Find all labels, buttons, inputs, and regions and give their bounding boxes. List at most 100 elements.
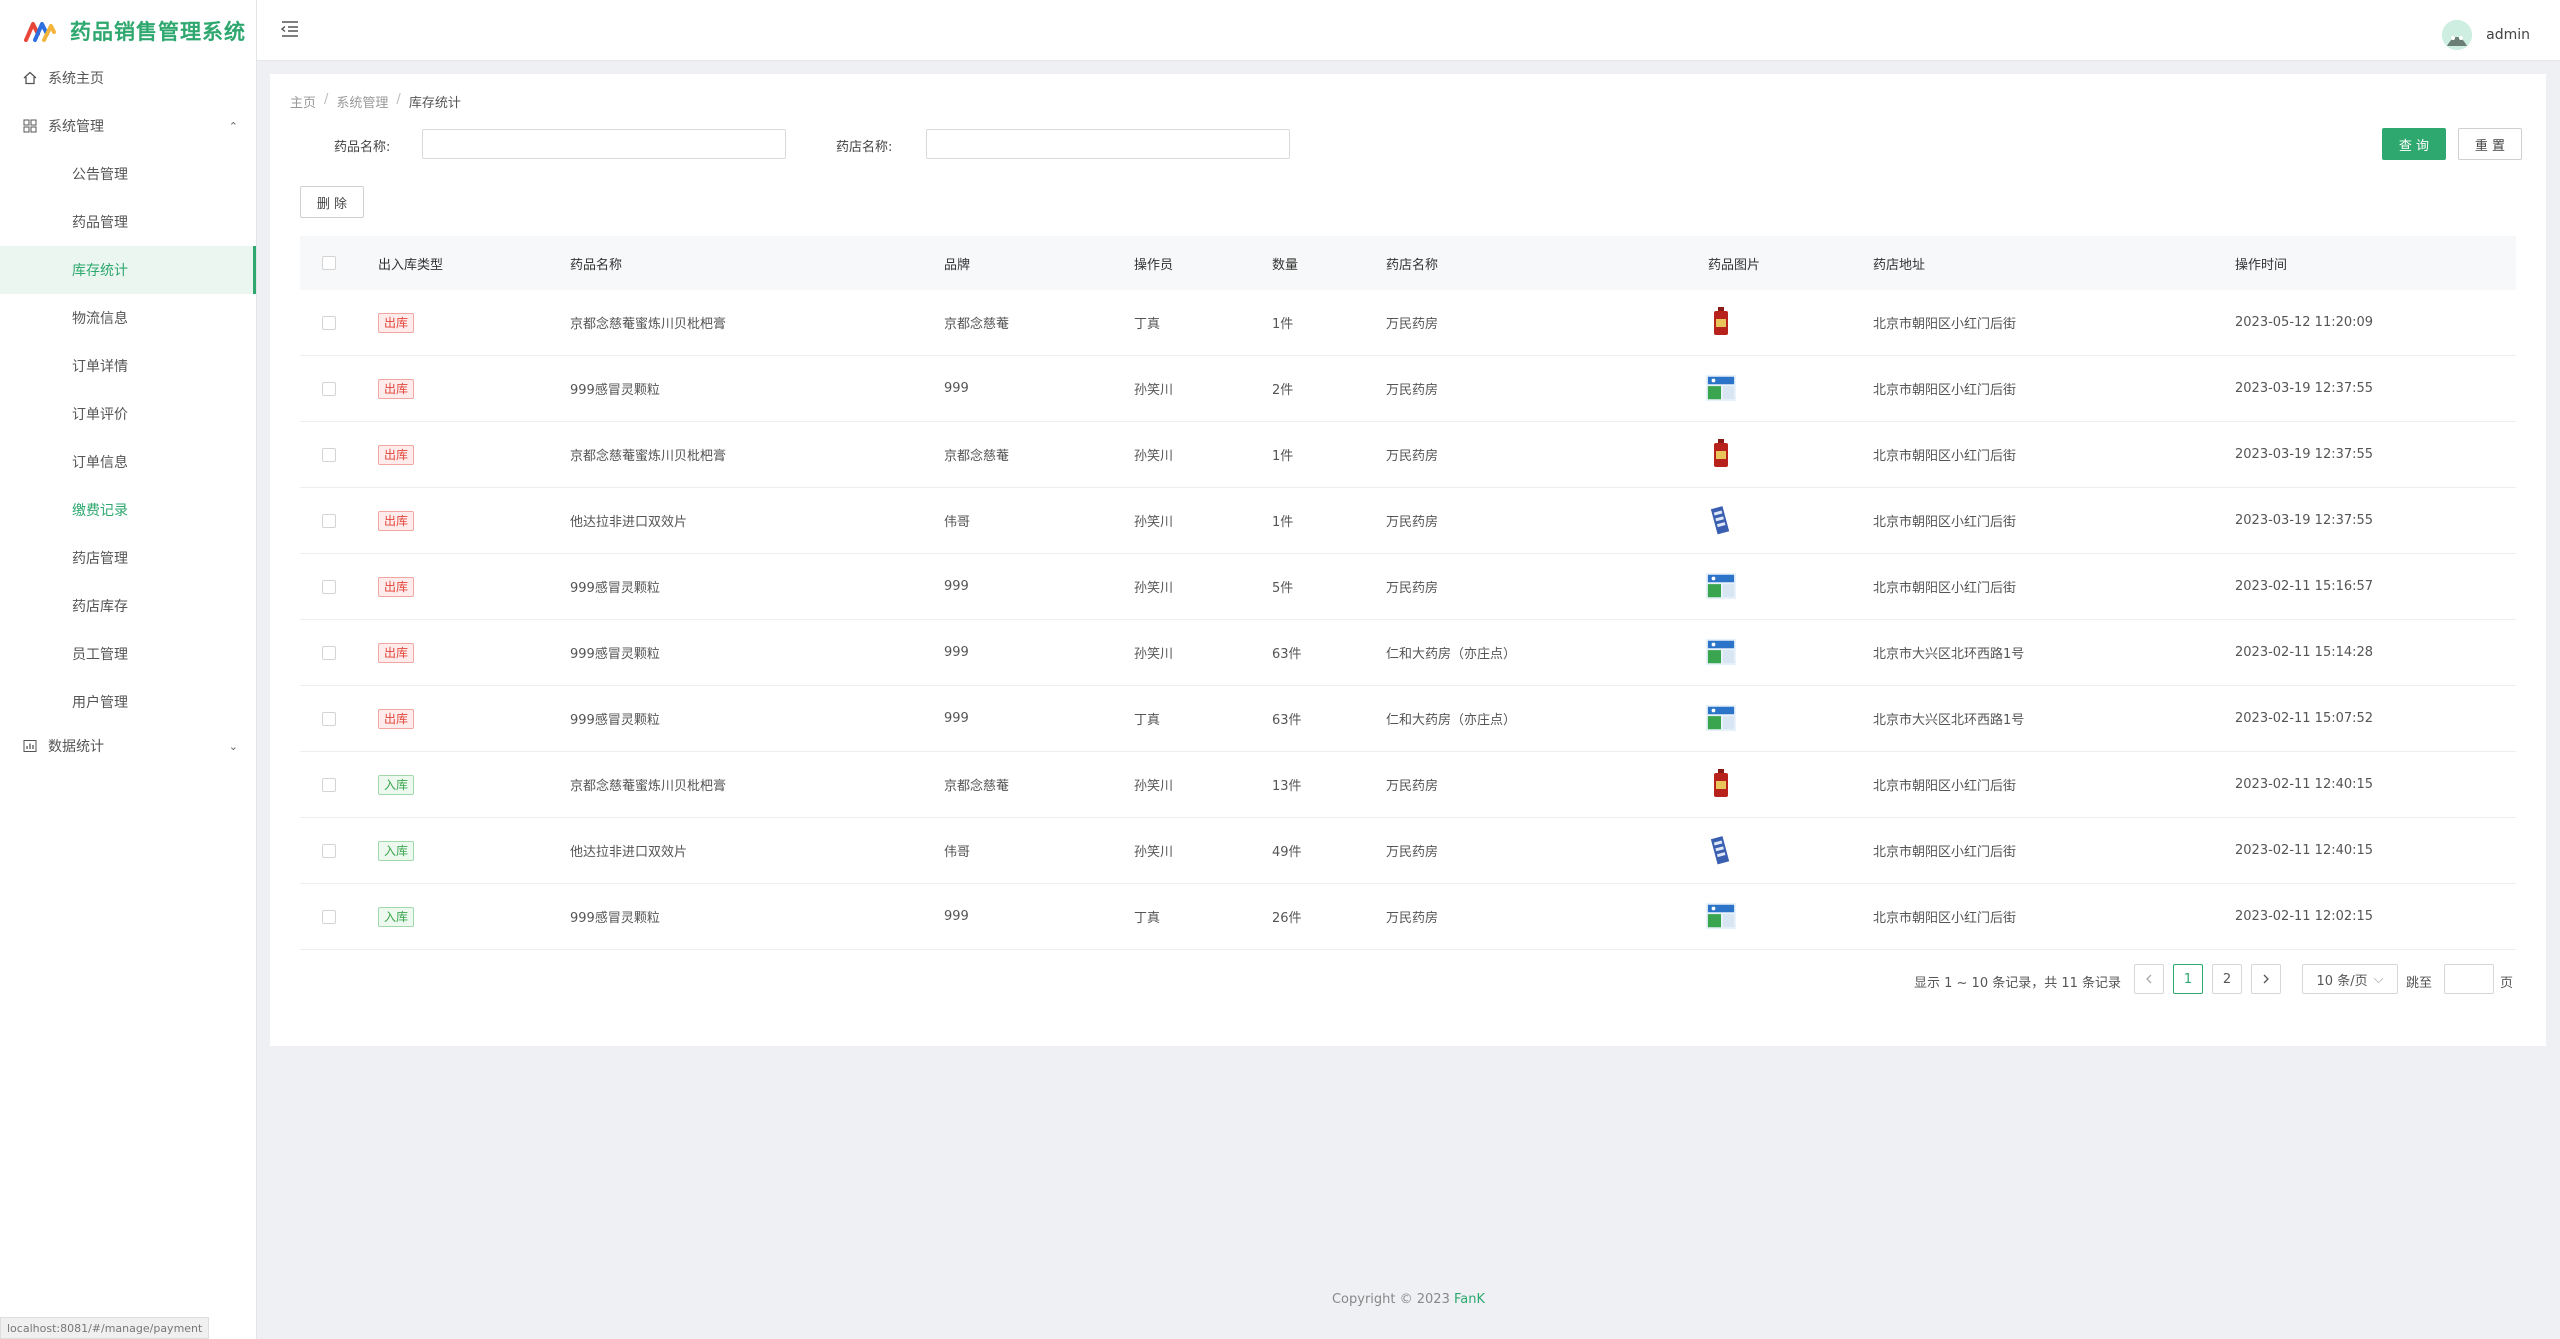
time-cell: 2023-03-19 12:37:55 [2235,447,2374,462]
table-row[interactable]: 出库 999感冒灵颗粒 999 孙笑川 63件 仁和大药房（亦庄点） 北京市大兴区北环西路1… [300,620,2516,686]
row-checkbox[interactable] [322,579,336,594]
type-tag-cell: 出库 [378,510,415,531]
table-row[interactable]: 出库 999感冒灵颗粒 999 丁真 63件 仁和大药房（亦庄点） 北京市大兴区北环西路1号… [300,686,2516,752]
medicine-box-icon[interactable] [1706,637,1736,667]
table-row[interactable]: 入库 京都念慈菴蜜炼川贝枇杷膏 京都念慈菴 孙笑川 13件 万民药房 北京市朝阳区小红门后街… [300,752,2516,818]
address-cell: 北京市朝阳区小红门后街 [1873,383,2017,398]
row-checkbox[interactable] [322,909,336,924]
row-checkbox[interactable] [322,381,336,396]
qty-cell: 63件 [1272,647,1302,662]
chevron-down-icon: ⌄ [228,739,238,753]
prev-page-button[interactable] [2134,964,2164,994]
sidebar-item-inventory[interactable]: 库存统计 [0,246,256,294]
drug-name-input[interactable] [422,129,786,159]
row-checkbox[interactable] [322,645,336,660]
sidebar-item-notice[interactable]: 公告管理 [0,150,256,198]
address-cell: 北京市大兴区北环西路1号 [1873,647,2025,662]
table-row[interactable]: 入库 他达拉非进口双效片 伟哥 孙笑川 49件 万民药房 北京市朝阳区小红门后街 2023-0… [300,818,2516,884]
home-icon [22,70,38,86]
sidebar-item-drugs[interactable]: 药品管理 [0,198,256,246]
type-tag-cell: 入库 [378,906,415,927]
time-cell: 2023-03-19 12:37:55 [2235,381,2374,396]
operator-cell: 孙笑川 [1134,581,1174,596]
medicine-box-icon[interactable] [1706,703,1736,733]
breadcrumb-system[interactable]: 系统管理 [336,92,388,111]
blue-pack-icon[interactable] [1706,505,1736,535]
sidebar-item-users[interactable]: 用户管理 [0,678,256,726]
qty-cell: 13件 [1272,779,1302,794]
store-cell: 万民药房 [1386,317,1439,332]
row-checkbox[interactable] [322,843,336,858]
operator-cell: 丁真 [1134,713,1161,728]
pagination-summary: 显示 1 ~ 10 条记录，共 11 条记录 [1914,976,2122,991]
menu-fold-icon[interactable] [279,18,301,40]
qty-cell: 26件 [1272,911,1302,926]
sidebar-item-order-detail[interactable]: 订单详情 [0,342,256,390]
chevron-left-icon [2146,974,2152,984]
red-bottle-icon[interactable] [1706,439,1736,469]
next-page-button[interactable] [2251,964,2281,994]
brand-cell: 999 [944,381,969,396]
menu-home[interactable]: 系统主页 [0,54,256,102]
store-cell: 万民药房 [1386,845,1439,860]
sidebar-item-store-stock[interactable]: 药店库存 [0,582,256,630]
app-logo[interactable]: 药品销售管理系统 [0,0,256,62]
page-size-value: 10 条/页 [2316,973,2368,989]
page-1-button[interactable]: 1 [2173,964,2203,994]
sidebar-item-order-review[interactable]: 订单评价 [0,390,256,438]
delete-button[interactable]: 删 除 [300,186,364,218]
drug-cell: 京都念慈菴蜜炼川贝枇杷膏 [570,317,727,332]
time-cell: 2023-05-12 11:20:09 [2235,315,2374,330]
blue-pack-icon[interactable] [1706,835,1736,865]
brand-cell: 京都念慈菴 [944,779,1010,794]
sidebar-item-logistics[interactable]: 物流信息 [0,294,256,342]
breadcrumb-home[interactable]: 主页 [290,92,316,111]
type-tag-cell: 出库 [378,444,415,465]
row-checkbox[interactable] [322,777,336,792]
select-all-checkbox[interactable] [322,256,336,270]
col-store: 药店名称 [1386,257,1439,273]
page-2-button[interactable]: 2 [2212,964,2242,994]
user-menu[interactable]: admin [2442,20,2530,50]
breadcrumb: 主页 / 系统管理 / 库存统计 [290,92,461,111]
sidebar-item-payment[interactable]: 缴费记录 [0,486,256,534]
page-size-select[interactable]: 10 条/页 ⌵ [2302,964,2398,994]
sidebar-item-stores[interactable]: 药店管理 [0,534,256,582]
col-type: 出入库类型 [378,257,444,273]
table-row[interactable]: 出库 999感冒灵颗粒 999 孙笑川 5件 万民药房 北京市朝阳区小红门后街 2023-02… [300,554,2516,620]
operator-cell: 孙笑川 [1134,383,1174,398]
address-cell: 北京市朝阳区小红门后街 [1873,779,2017,794]
brand-cell: 伟哥 [944,515,971,530]
row-checkbox[interactable] [322,315,336,330]
red-bottle-icon[interactable] [1706,307,1736,337]
col-qty: 数量 [1272,257,1299,273]
jump-page-input[interactable] [2444,964,2494,994]
table-row[interactable]: 出库 999感冒灵颗粒 999 孙笑川 2件 万民药房 北京市朝阳区小红门后街 2023-03… [300,356,2516,422]
medicine-box-icon[interactable] [1706,373,1736,403]
table-row[interactable]: 出库 他达拉非进口双效片 伟哥 孙笑川 1件 万民药房 北京市朝阳区小红门后街 2023-03… [300,488,2516,554]
sidebar-item-order-info[interactable]: 订单信息 [0,438,256,486]
qty-cell: 63件 [1272,713,1302,728]
store-cell: 万民药房 [1386,515,1439,530]
store-name-input[interactable] [926,129,1290,159]
red-bottle-icon[interactable] [1706,769,1736,799]
sidebar-item-staff[interactable]: 员工管理 [0,630,256,678]
table-row[interactable]: 出库 京都念慈菴蜜炼川贝枇杷膏 京都念慈菴 丁真 1件 万民药房 北京市朝阳区小红门后街 20… [300,290,2516,356]
footer-copyright: Copyright © 2023 FanK [257,1292,2560,1307]
reset-button[interactable]: 重 置 [2458,128,2522,160]
author-link[interactable]: FanK [1454,1292,1485,1307]
query-button[interactable]: 查 询 [2382,128,2446,160]
drug-cell: 他达拉非进口双效片 [570,515,688,530]
operator-cell: 孙笑川 [1134,515,1174,530]
medicine-box-icon[interactable] [1706,901,1736,931]
menu-system[interactable]: 系统管理 ⌃ [0,102,256,150]
row-checkbox[interactable] [322,447,336,462]
drug-name-label: 药品名称: [334,140,391,155]
status-badge: 入库 [378,774,415,795]
row-checkbox[interactable] [322,513,336,528]
table-row[interactable]: 入库 999感冒灵颗粒 999 丁真 26件 万民药房 北京市朝阳区小红门后街 2023-02… [300,884,2516,950]
table-row[interactable]: 出库 京都念慈菴蜜炼川贝枇杷膏 京都念慈菴 孙笑川 1件 万民药房 北京市朝阳区小红门后街 2… [300,422,2516,488]
menu-stats[interactable]: 数据统计 ⌄ [0,722,256,770]
row-checkbox[interactable] [322,711,336,726]
medicine-box-icon[interactable] [1706,571,1736,601]
